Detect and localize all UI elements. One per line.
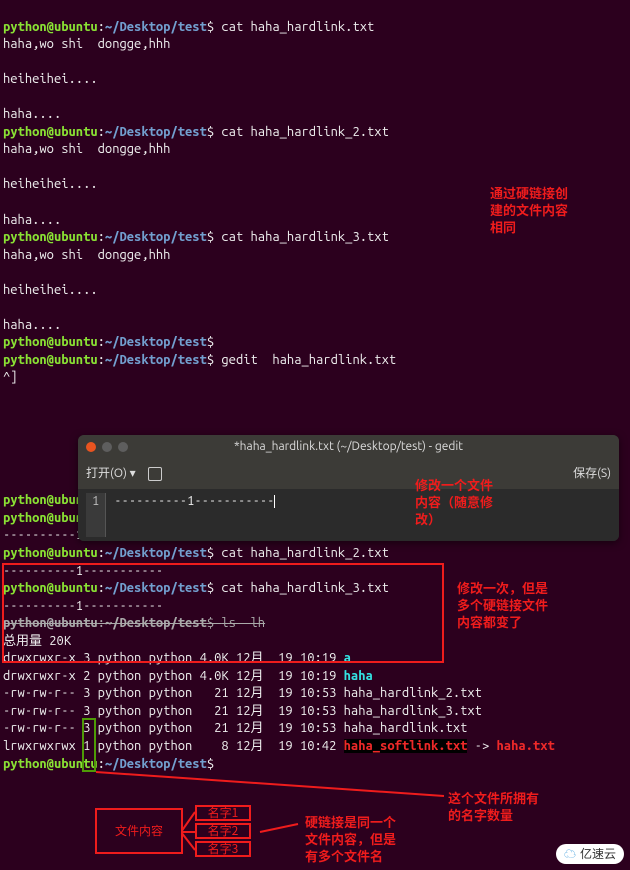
annotation-arrows <box>0 0 630 870</box>
cloud-icon: ☁ <box>564 846 576 862</box>
branding-badge: ☁ 亿速云 <box>556 844 624 864</box>
